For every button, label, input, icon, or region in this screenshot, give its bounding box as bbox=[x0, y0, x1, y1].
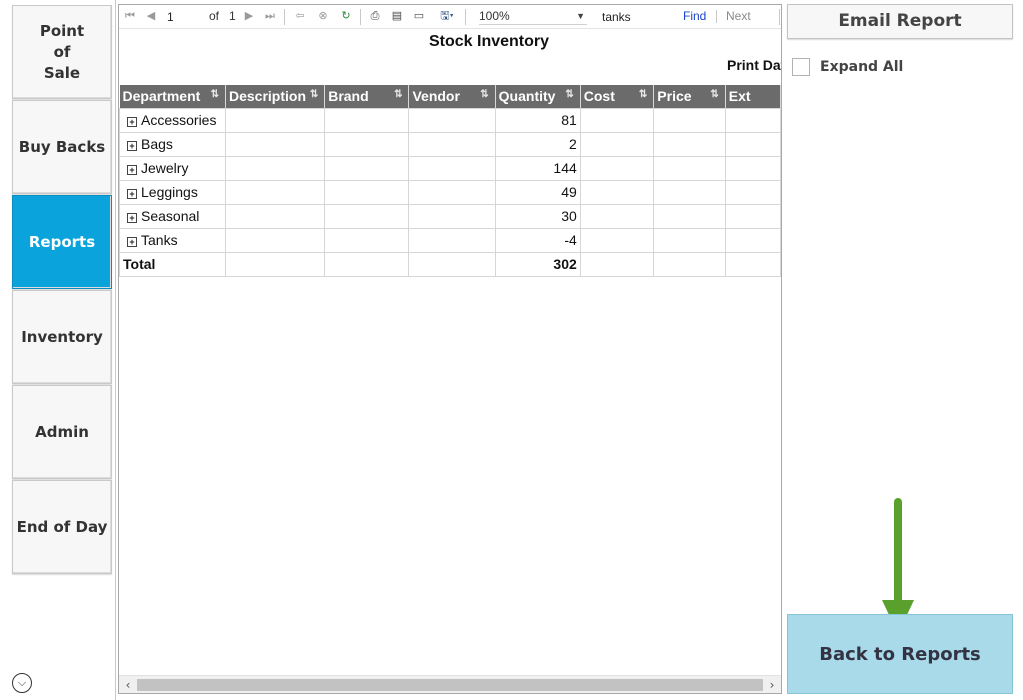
report-title: Stock Inventory bbox=[428, 33, 550, 50]
department-cell: + Jewelry bbox=[119, 155, 226, 181]
department-cell: + Tanks bbox=[119, 227, 226, 253]
side-navigation: Point of Sale Buy Backs Reports Inventor… bbox=[0, 0, 116, 700]
table-header-row: Department ⇅ Description ⇅ Brand ⇅ Vendor ⇅ … bbox=[119, 85, 781, 108]
table-total-row: Total 302 bbox=[119, 251, 781, 277]
department-cell: + Seasonal bbox=[119, 203, 226, 229]
expand-plus-icon[interactable]: + bbox=[127, 213, 137, 223]
horizontal-scrollbar[interactable]: ‹ › bbox=[119, 675, 781, 693]
quantity-cell: 49 bbox=[494, 179, 581, 205]
column-header-vendor[interactable]: Vendor ⇅ bbox=[408, 85, 496, 108]
sort-icon[interactable]: ⇅ bbox=[639, 89, 647, 100]
quantity-cell: 2 bbox=[494, 131, 581, 157]
scrollbar-thumb[interactable] bbox=[137, 679, 763, 691]
column-header-quantity[interactable]: Quantity ⇅ bbox=[495, 85, 581, 108]
nav-point-of-sale-button[interactable]: Point of Sale bbox=[12, 5, 112, 99]
expand-plus-icon[interactable]: + bbox=[127, 237, 137, 247]
sort-icon[interactable]: ⇅ bbox=[710, 89, 718, 100]
sort-icon[interactable]: ⇅ bbox=[565, 89, 573, 100]
department-cell: + Leggings bbox=[119, 179, 226, 205]
report-page: Stock Inventory Print Dat Department ⇅ De… bbox=[119, 5, 781, 677]
sort-icon[interactable]: ⇅ bbox=[394, 89, 402, 100]
expand-all-label[interactable]: Expand All bbox=[820, 59, 903, 75]
table-row: + Tanks -4 bbox=[119, 227, 781, 253]
quantity-cell: 144 bbox=[494, 155, 581, 181]
expand-plus-icon[interactable]: + bbox=[127, 117, 137, 127]
sort-icon[interactable]: ⇅ bbox=[211, 89, 219, 100]
sort-icon[interactable]: ⇅ bbox=[480, 89, 488, 100]
quantity-cell: 81 bbox=[494, 107, 581, 133]
nav-reports-button[interactable]: Reports bbox=[12, 195, 112, 289]
column-header-description[interactable]: Description ⇅ bbox=[225, 85, 326, 108]
scroll-left-icon[interactable]: ‹ bbox=[120, 677, 136, 693]
expand-all-checkbox[interactable]: Expand All bbox=[792, 58, 903, 76]
table-row: + Accessories 81 bbox=[119, 107, 781, 133]
back-to-reports-button[interactable]: Back to Reports bbox=[787, 614, 1013, 694]
nav-buy-backs-button[interactable]: Buy Backs bbox=[12, 100, 112, 194]
report-table: Department ⇅ Description ⇅ Brand ⇅ Vendor ⇅ … bbox=[119, 85, 781, 277]
column-header-price[interactable]: Price ⇅ bbox=[653, 85, 726, 108]
expand-plus-icon[interactable]: + bbox=[127, 141, 137, 151]
column-header-cost[interactable]: Cost ⇅ bbox=[580, 85, 655, 108]
table-row: + Bags 2 bbox=[119, 131, 781, 157]
column-header-department[interactable]: Department ⇅ bbox=[119, 85, 226, 108]
checkbox-box[interactable] bbox=[792, 58, 810, 76]
report-viewer: ⏮ ◀ of 1 ▶ ⏭ ⇦ ⊗ ↻ ⎙ ▤ ▭ 🖫▾ 100% ▼ Find … bbox=[118, 4, 782, 694]
total-label: Total bbox=[119, 251, 226, 277]
scroll-right-icon[interactable]: › bbox=[764, 677, 780, 693]
column-header-ext[interactable]: Ext bbox=[725, 85, 781, 108]
table-row: + Seasonal 30 bbox=[119, 203, 781, 229]
nav-admin-button[interactable]: Admin bbox=[12, 385, 112, 479]
quantity-cell: 30 bbox=[494, 203, 581, 229]
expand-plus-icon[interactable]: + bbox=[127, 189, 137, 199]
table-row: + Jewelry 144 bbox=[119, 155, 781, 181]
department-cell: + Accessories bbox=[119, 107, 226, 133]
nav-inventory-button[interactable]: Inventory bbox=[12, 290, 112, 384]
sort-icon[interactable]: ⇅ bbox=[310, 89, 318, 100]
chevron-down-circle-icon[interactable]: ⌵ bbox=[12, 673, 32, 693]
quantity-cell: -4 bbox=[494, 227, 581, 253]
print-date-label: Print Dat bbox=[727, 57, 781, 73]
department-cell: + Bags bbox=[119, 131, 226, 157]
expand-plus-icon[interactable]: + bbox=[127, 165, 137, 175]
email-report-button[interactable]: Email Report bbox=[787, 4, 1013, 39]
column-header-brand[interactable]: Brand ⇅ bbox=[324, 85, 410, 108]
nav-end-of-day-button[interactable]: End of Day bbox=[12, 480, 112, 574]
total-quantity-cell: 302 bbox=[494, 251, 581, 277]
table-row: + Leggings 49 bbox=[119, 179, 781, 205]
